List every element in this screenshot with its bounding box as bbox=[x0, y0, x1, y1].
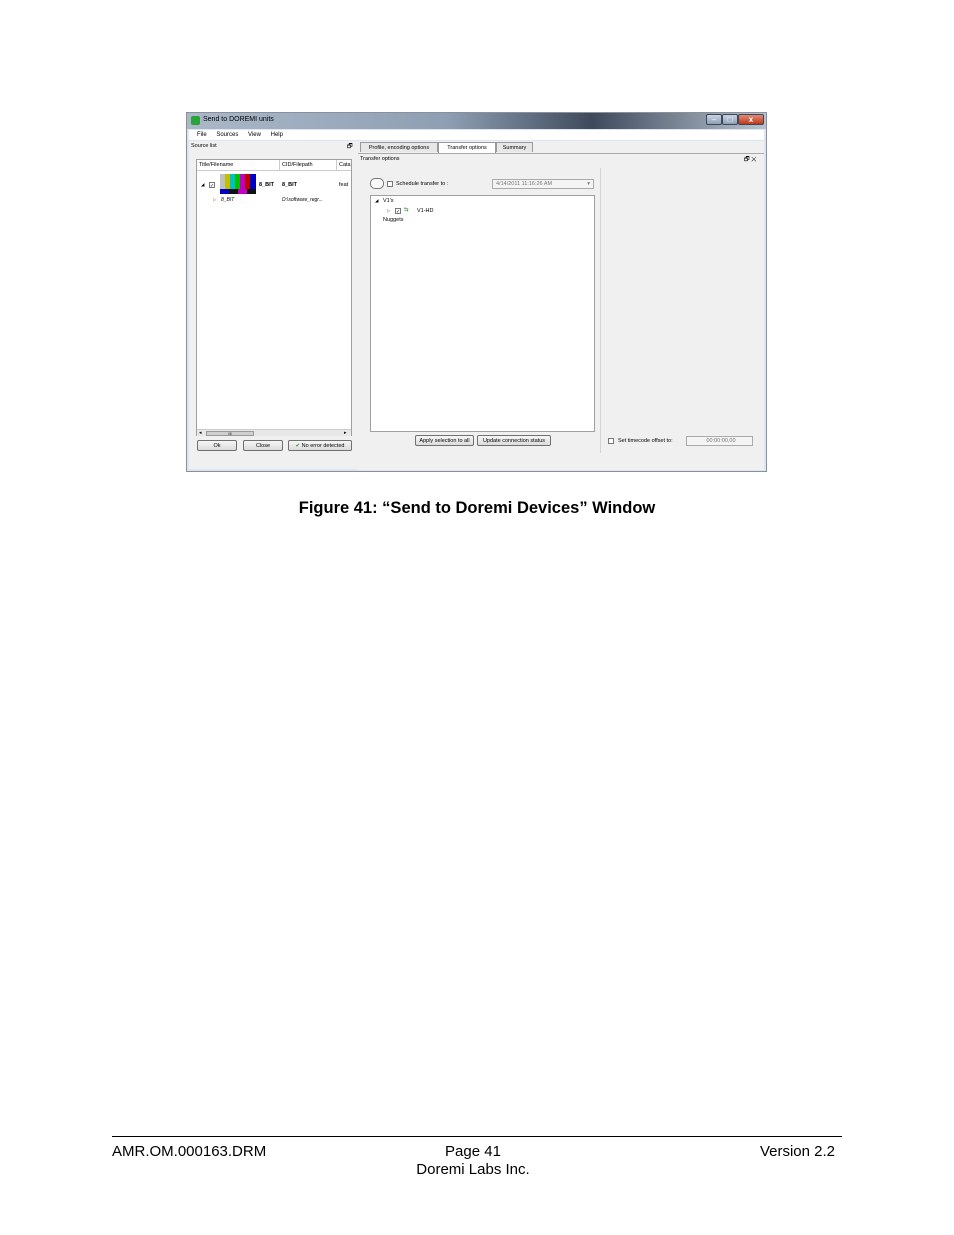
update-connection-button[interactable]: Update connection status bbox=[477, 435, 551, 446]
row-expander-icon[interactable]: ▷ bbox=[213, 197, 216, 203]
scroll-thumb[interactable]: III bbox=[206, 431, 254, 436]
timecode-checkbox[interactable] bbox=[608, 438, 614, 444]
timecode-label: Set timecode offset to: bbox=[618, 438, 673, 444]
device-checkbox[interactable]: ✓ bbox=[395, 208, 401, 215]
footer-company: Doremi Labs Inc. bbox=[416, 1161, 530, 1178]
maximize-button[interactable]: □ bbox=[722, 114, 738, 125]
column-cid-filepath[interactable]: CID/Filepath bbox=[280, 160, 337, 170]
scroll-left-icon[interactable]: ◂ bbox=[199, 430, 202, 436]
column-cata[interactable]: Cata bbox=[337, 160, 353, 170]
tab-transfer-options[interactable]: Transfer options bbox=[438, 142, 496, 153]
window-title: Send to DOREMI units bbox=[203, 116, 274, 123]
tree-group[interactable]: V1's bbox=[383, 198, 394, 204]
row-expander-icon[interactable]: ◢ bbox=[201, 182, 204, 188]
menu-bar: File Sources View Help bbox=[189, 130, 764, 140]
timecode-input[interactable]: 00:00:00,00 bbox=[686, 436, 753, 446]
row-checkbox[interactable]: ✓ bbox=[209, 182, 215, 189]
transfer-options-title: Transfer options bbox=[360, 156, 400, 162]
ok-button[interactable]: Ok bbox=[197, 440, 237, 451]
apply-selection-button[interactable]: Apply selection to all bbox=[415, 435, 474, 446]
row-title: 8_BIT bbox=[221, 197, 235, 203]
menu-view[interactable]: View bbox=[248, 130, 261, 140]
tree-item[interactable]: V1-HD bbox=[417, 208, 434, 214]
group-expander-icon[interactable]: ◢ bbox=[375, 198, 378, 204]
row-cata: feat bbox=[339, 182, 349, 188]
figure-caption: Figure 41: “Send to Doremi Devices” Wind… bbox=[298, 499, 656, 517]
chevron-down-icon: ▾ bbox=[587, 181, 590, 187]
schedule-checkbox[interactable] bbox=[387, 181, 393, 187]
video-thumbnail bbox=[220, 174, 256, 194]
tab-summary[interactable]: Summary bbox=[496, 142, 533, 152]
menu-help[interactable]: Help bbox=[271, 130, 283, 140]
tab-profile-encoding[interactable]: Profile, encoding options bbox=[360, 142, 438, 152]
window-content: Source list 🗗 Title/Filename CID/Filepat… bbox=[189, 141, 764, 470]
tree-item[interactable]: Nuggets bbox=[383, 217, 404, 223]
scroll-right-icon[interactable]: ▸ bbox=[344, 430, 347, 436]
row-cid: 8_BIT bbox=[282, 182, 297, 188]
footer-divider bbox=[112, 1136, 842, 1137]
app-icon bbox=[191, 116, 200, 125]
source-list-title: Source list bbox=[191, 143, 217, 149]
check-icon: ✔ bbox=[295, 443, 301, 449]
tab-bar: Profile, encoding options Transfer optio… bbox=[360, 142, 764, 153]
source-list-dock-icon[interactable]: 🗗 bbox=[347, 142, 353, 152]
close-window-button[interactable]: x bbox=[738, 114, 764, 125]
row-title: 8_BIT bbox=[259, 182, 274, 188]
device-tree: ◢ V1's ▷ ✓ ⇆ V1-HD Nuggets bbox=[370, 195, 595, 432]
footer-version: Version 2.2 bbox=[759, 1143, 835, 1160]
column-title-filename[interactable]: Title/Filename bbox=[197, 160, 280, 170]
row-filepath: D:\software_regr... bbox=[282, 197, 323, 203]
menu-file[interactable]: File bbox=[197, 130, 207, 140]
schedule-label: Schedule transfer to : bbox=[396, 181, 449, 187]
menu-sources[interactable]: Sources bbox=[216, 130, 238, 140]
status-button[interactable]: ✔ No error detected bbox=[288, 440, 352, 451]
horizontal-scrollbar[interactable]: ◂ III ▸ bbox=[197, 429, 351, 436]
status-text: No error detected bbox=[301, 443, 345, 449]
clock-icon bbox=[370, 178, 384, 189]
transfer-options-dock-icons[interactable]: 🗗 ✕ bbox=[744, 155, 757, 165]
schedule-datetime-value: 4/14/2011 11:16:26 AM bbox=[496, 181, 553, 187]
source-list-panel: Title/Filename CID/Filepath Cata ◢ ✓ 8_B… bbox=[196, 159, 352, 436]
item-expander-icon[interactable]: ▷ bbox=[387, 208, 390, 214]
device-icon: ⇆ bbox=[404, 207, 409, 213]
window-titlebar[interactable]: Send to DOREMI units – □ x bbox=[187, 113, 766, 129]
window-screenshot: Send to DOREMI units – □ x File Sources … bbox=[186, 112, 767, 472]
transfer-options-pane: Transfer options 🗗 ✕ Schedule transfer t… bbox=[358, 153, 764, 470]
schedule-datetime-select[interactable]: 4/14/2011 11:16:26 AM ▾ bbox=[492, 179, 594, 189]
minimize-button[interactable]: – bbox=[706, 114, 722, 125]
close-button[interactable]: Close bbox=[243, 440, 283, 451]
